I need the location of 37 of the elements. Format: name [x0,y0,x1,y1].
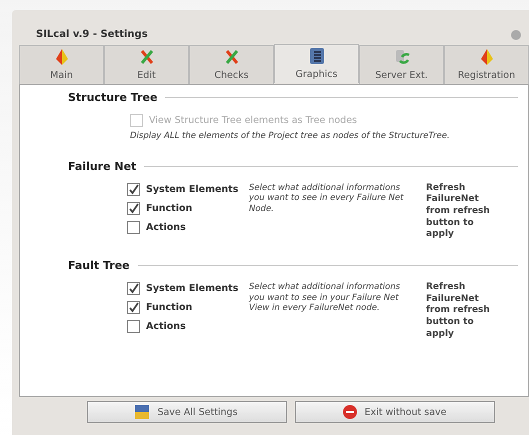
checkbox-option[interactable]: Function [127,301,237,314]
section-title: Fault Tree [68,259,130,272]
exit-button[interactable]: Exit without save [294,401,494,423]
save-icon [135,405,150,419]
tools-icon [224,49,238,65]
checkbox[interactable] [127,301,140,314]
note-text: Refresh FailureNet from refresh button to apply [426,182,491,242]
checkbox-option[interactable]: System Elements [127,182,237,196]
note-text: Refresh FailureNet from refresh button to apply [426,282,491,340]
description-text: Select what additional informations you want to see in every Failure Net Node. [249,182,405,216]
save-button[interactable]: Save All Settings [86,401,286,423]
window-title: SILcal v.9 - Settings [36,29,148,40]
checkbox[interactable] [127,282,140,296]
checkbox[interactable] [127,202,140,215]
tab[interactable]: Server Ext. [359,45,444,84]
checkbox-option[interactable]: Function [127,202,237,215]
checkbox-option[interactable]: Actions [127,320,237,334]
stop-icon [342,405,356,419]
section-title: Failure Net [68,160,136,173]
description-text: Display ALL the elements of the Project tree as nodes of the StructureTree. [130,131,451,142]
tab[interactable]: Checks [189,45,274,84]
checkbox[interactable] [127,220,140,234]
tab[interactable]: Graphics [274,44,359,83]
checkbox-option[interactable]: System Elements [127,282,237,296]
checkbox[interactable] [127,182,140,196]
tab[interactable]: Registration [444,45,529,84]
tools-icon [140,49,154,65]
diamond-icon [480,49,492,65]
checkbox[interactable] [127,320,140,334]
list-icon [310,48,324,64]
tab[interactable]: Main [19,45,104,84]
checkbox-option[interactable]: Actions [127,220,237,234]
tab[interactable]: Edit [104,45,189,84]
diamond-icon [56,49,68,65]
server-icon [394,49,410,65]
section-title: Structure Tree [68,91,158,104]
description-text: Select what additional informations you want to see in your Failure Net View in every FailureNet node. [249,282,402,316]
